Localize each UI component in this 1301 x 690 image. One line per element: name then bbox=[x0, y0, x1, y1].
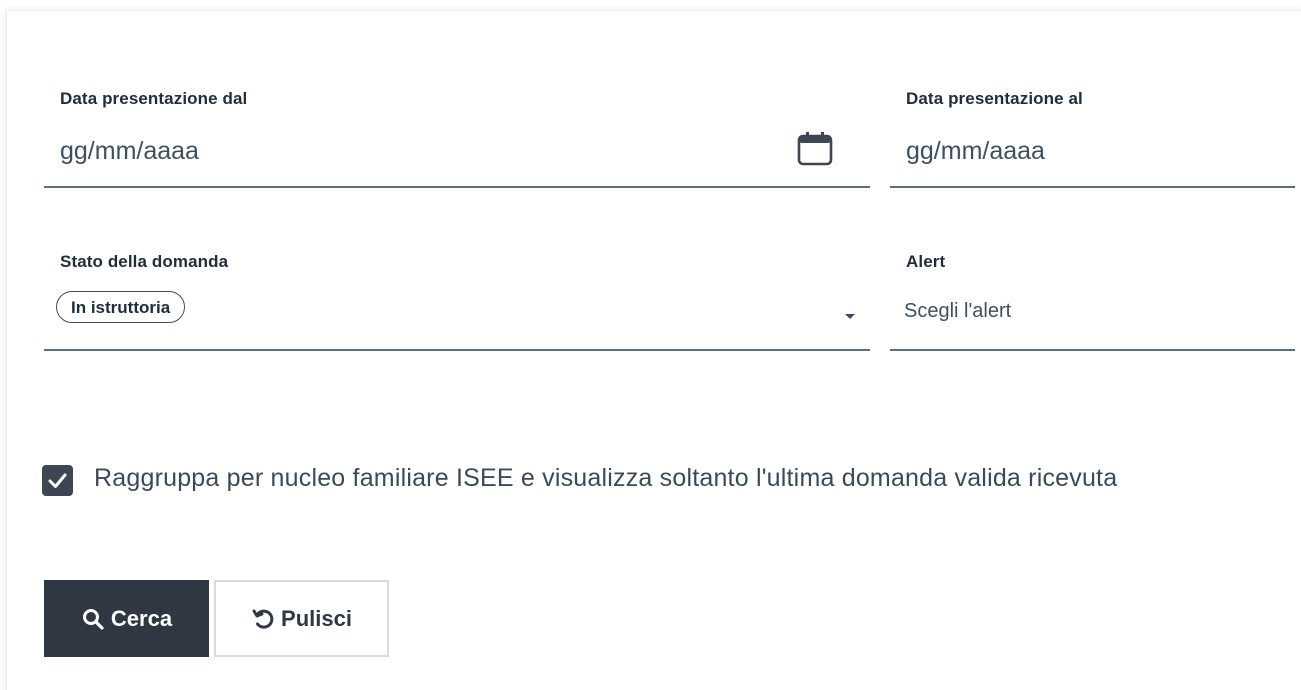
chevron-down-icon[interactable] bbox=[845, 314, 855, 319]
search-button-label: Cerca bbox=[110, 605, 173, 631]
date-to-field[interactable]: Data presentazione al gg/mm/aaaa bbox=[890, 85, 1295, 190]
date-from-label: Data presentazione dal bbox=[60, 89, 248, 108]
filter-page: Data presentazione dal gg/mm/aaaa Data p… bbox=[0, 0, 1301, 690]
check-icon bbox=[48, 473, 67, 488]
status-chip[interactable]: In istruttoria bbox=[56, 291, 186, 323]
status-underline bbox=[44, 349, 870, 351]
date-to-label: Data presentazione al bbox=[906, 89, 1083, 108]
alert-underline bbox=[890, 349, 1295, 351]
group-by-family-checkbox[interactable] bbox=[42, 465, 73, 496]
alert-label: Alert bbox=[906, 252, 946, 271]
date-from-underline bbox=[44, 186, 870, 188]
clear-button[interactable]: Pulisci bbox=[214, 580, 389, 657]
calendar-icon[interactable] bbox=[796, 129, 834, 167]
clear-button-label: Pulisci bbox=[281, 605, 352, 631]
date-to-underline bbox=[890, 186, 1295, 188]
alert-placeholder[interactable]: Scegli l'alert bbox=[904, 300, 1011, 323]
alert-select[interactable]: Alert Scegli l'alert bbox=[890, 248, 1295, 353]
date-from-field[interactable]: Data presentazione dal gg/mm/aaaa bbox=[44, 85, 870, 190]
undo-icon bbox=[252, 609, 274, 629]
date-from-input[interactable]: gg/mm/aaaa bbox=[60, 137, 199, 166]
group-by-family-label[interactable]: Raggruppa per nucleo familiare ISEE e vi… bbox=[94, 464, 1117, 493]
status-select[interactable]: Stato della domanda In istruttoria bbox=[44, 248, 870, 353]
date-to-input[interactable]: gg/mm/aaaa bbox=[906, 137, 1045, 166]
search-icon bbox=[82, 608, 104, 630]
search-button[interactable]: Cerca bbox=[44, 580, 209, 657]
status-label: Stato della domanda bbox=[60, 252, 229, 271]
